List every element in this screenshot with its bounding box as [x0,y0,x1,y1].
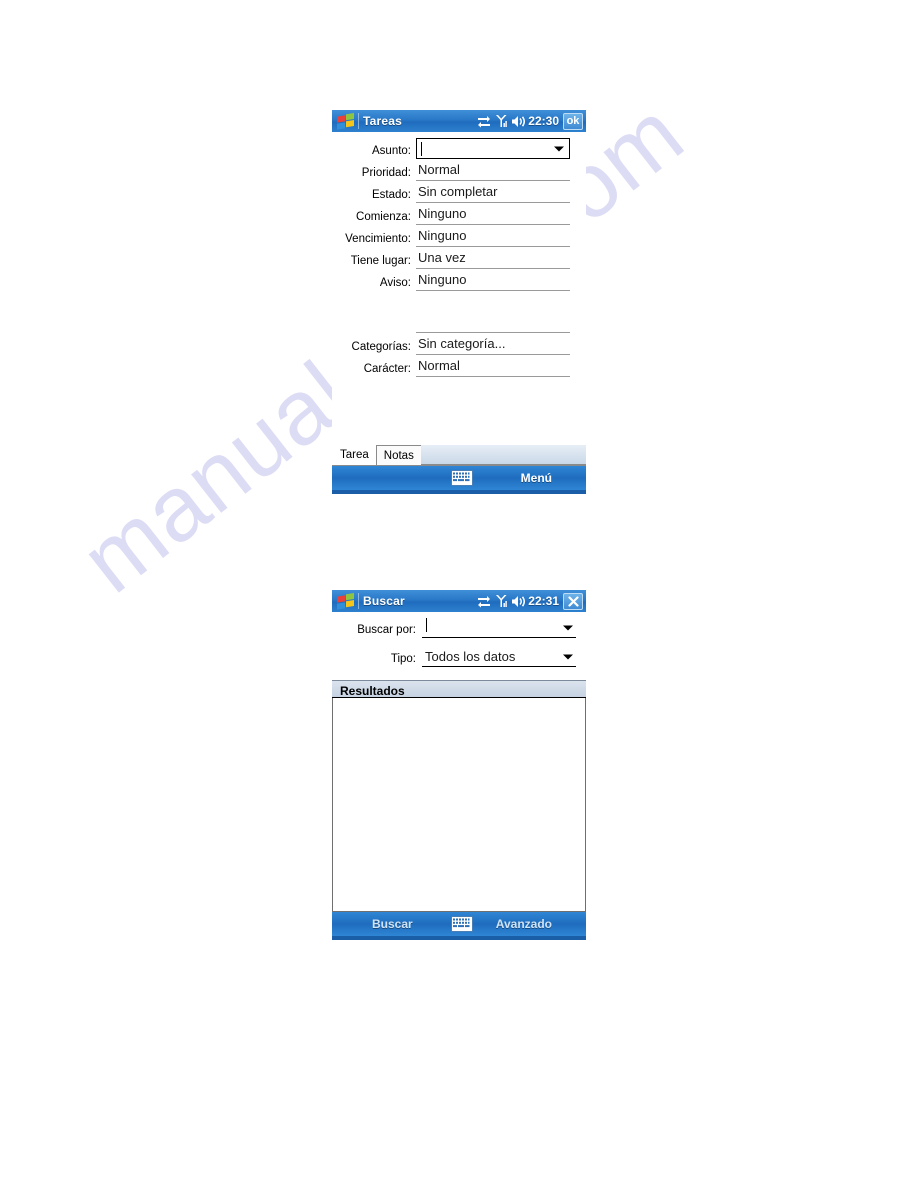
field-label-caracter: Carácter: [363,363,411,375]
chevron-down-icon[interactable] [554,146,564,151]
prioridad-value[interactable]: Normal [416,161,570,181]
field-label-estado: Estado: [372,189,411,201]
keyboard-sip-icon[interactable] [447,916,477,932]
titlebar-clock: 22:31 [528,594,559,608]
speaker-icon[interactable] [511,595,526,608]
tareas-titlebar: Tareas 22:30 ok [332,110,586,132]
tareas-window: Tareas 22:30 ok Asunto: Prioridad: Norma… [332,110,586,494]
tareas-toolbar: Menú [332,466,586,490]
titlebar-divider [358,113,359,129]
field-row-blank [332,313,586,333]
field-row-prioridad: Prioridad: Normal [332,161,586,181]
blank-value[interactable] [416,315,570,333]
buscar-titlebar: Buscar 22:31 [332,590,586,612]
menu-button[interactable]: Menú [477,471,586,485]
buscar-por-input[interactable] [422,618,576,638]
field-label-categorias: Categorías: [351,341,411,353]
field-row-vencimiento: Vencimiento: Ninguno [332,227,586,247]
results-header: Resultados [332,680,586,698]
estado-value[interactable]: Sin completar [416,183,570,203]
chevron-down-icon[interactable] [563,625,573,630]
vencimiento-value[interactable]: Ninguno [416,227,570,247]
field-label-aviso: Aviso: [379,277,411,289]
field-label-asunto: Asunto: [372,145,411,157]
toolbar-shadow [332,490,586,494]
window-title: Buscar [363,594,405,608]
titlebar-status-icons [477,114,526,128]
titlebar-clock: 22:30 [528,114,559,128]
tab-notas[interactable]: Notas [375,445,422,465]
field-label-tipo: Tipo: [390,653,416,665]
field-row-buscar-por: Buscar por: [332,618,586,638]
titlebar-divider [358,593,359,609]
tabstrip-filler [420,445,586,465]
results-list[interactable] [332,698,586,912]
buscar-form: Buscar por: Tipo: Todos los datos [332,612,586,680]
windows-flag-icon[interactable] [335,592,357,610]
toolbar-shadow [332,936,586,940]
connectivity-arrows-icon[interactable] [477,115,491,128]
field-row-categorias: Categorías: Sin categoría... [332,335,586,355]
categorias-value[interactable]: Sin categoría... [416,335,570,355]
avanzado-button[interactable]: Avanzado [477,917,586,931]
asunto-input[interactable] [416,138,570,159]
field-label-prioridad: Prioridad: [361,167,411,179]
field-label-vencimiento: Vencimiento: [345,233,411,245]
tipo-select[interactable]: Todos los datos [422,647,576,667]
field-row-comienza: Comienza: Ninguno [332,205,586,225]
field-row-caracter: Carácter: Normal [332,357,586,377]
chevron-down-icon[interactable] [563,654,573,659]
caracter-value[interactable]: Normal [416,357,570,377]
field-row-estado: Estado: Sin completar [332,183,586,203]
close-icon[interactable] [563,592,583,610]
buscar-window: Buscar 22:31 Buscar por: Tipo: Todos los… [332,590,586,940]
tareas-tabstrip: Tarea Notas [332,445,586,466]
connectivity-arrows-icon[interactable] [477,595,491,608]
field-label-tiene-lugar: Tiene lugar: [350,255,411,267]
window-title: Tareas [363,114,403,128]
ok-button[interactable]: ok [563,112,583,130]
tab-tarea[interactable]: Tarea [333,445,377,465]
field-label-comienza: Comienza: [356,211,411,223]
aviso-value[interactable]: Ninguno [416,271,570,291]
windows-flag-icon[interactable] [335,112,357,130]
field-row-tipo: Tipo: Todos los datos [332,647,586,667]
field-label-buscar-por: Buscar por: [357,624,416,636]
signal-bars-icon[interactable] [495,114,508,128]
field-spacer [332,293,586,313]
signal-bars-icon[interactable] [495,594,508,608]
field-row-asunto: Asunto: [332,138,586,159]
tipo-value: Todos los datos [425,649,516,664]
text-caret [426,618,427,632]
comienza-value[interactable]: Ninguno [416,205,570,225]
tiene-lugar-value[interactable]: Una vez [416,249,570,269]
field-label-blank [332,331,416,333]
tareas-form: Asunto: Prioridad: Normal Estado: Sin co… [332,132,586,445]
buscar-toolbar: Buscar Avanzado [332,912,586,936]
form-filler [332,379,586,445]
field-row-tiene-lugar: Tiene lugar: Una vez [332,249,586,269]
text-caret [421,141,422,156]
field-row-aviso: Aviso: Ninguno [332,271,586,291]
titlebar-status-icons [477,594,526,608]
buscar-button[interactable]: Buscar [332,917,447,931]
speaker-icon[interactable] [511,115,526,128]
keyboard-sip-icon[interactable] [447,470,477,486]
